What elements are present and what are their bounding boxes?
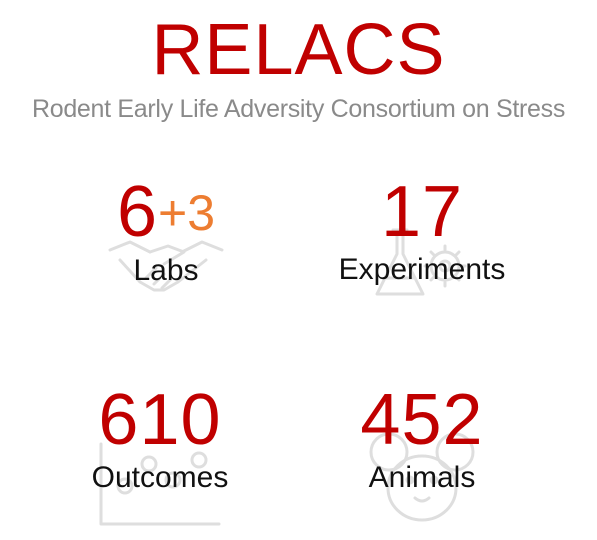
animals-count: 452 <box>360 380 484 460</box>
animals-label: Animals <box>368 461 476 494</box>
labs-count-extra: +3 <box>158 185 216 241</box>
labs-count: 6+3 <box>36 172 296 253</box>
experiments-count: 17 <box>380 172 464 252</box>
page-subtitle: Rodent Early Life Adversity Consortium o… <box>31 95 566 123</box>
outcomes-label: Outcomes <box>91 461 229 494</box>
stat-experiments: 17 Experiments <box>292 172 552 296</box>
stat-animals: 452 Animals <box>292 380 552 522</box>
experiments-label: Experiments <box>338 253 506 286</box>
outcomes-count: 610 <box>98 380 222 460</box>
labs-label: Labs <box>133 254 199 287</box>
stat-outcomes: 610 Outcomes <box>30 380 290 526</box>
labs-count-value: 6 <box>116 172 159 252</box>
stat-labs: 6+3 Labs <box>36 172 296 292</box>
page-title: RELACS <box>151 10 446 90</box>
